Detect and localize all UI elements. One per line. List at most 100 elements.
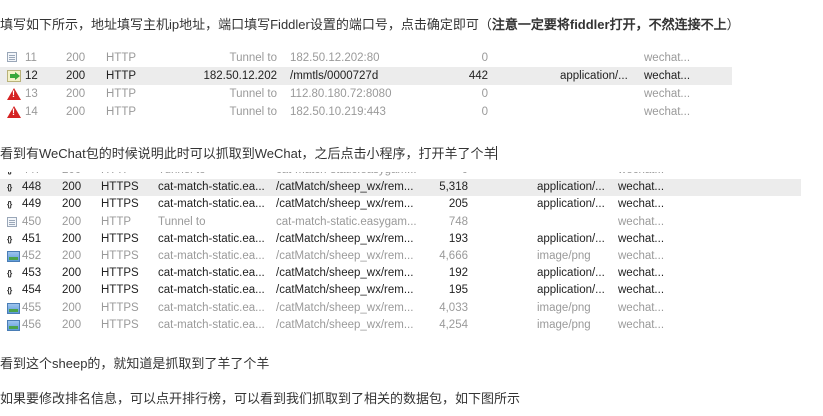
paragraph-text: 如果要修改排名信息，可以点开排行榜，可以看到我们抓取到了相关的数据包，如下图所示 — [0, 391, 521, 406]
cell-host: cat-match-static.ea... — [158, 301, 265, 314]
cell-num: 447 — [22, 172, 52, 179]
cell-protocol: HTTPS — [101, 250, 139, 262]
cell-url: cat-match-static.easygam... — [276, 215, 417, 228]
js-icon — [7, 199, 19, 211]
cell-process: wechat... — [618, 284, 665, 297]
cell-process: wechat... — [618, 181, 665, 194]
cell-process: wechat... — [618, 301, 665, 314]
cell-result: 200 — [62, 267, 82, 280]
cell-protocol: HTTPS — [101, 198, 139, 211]
cell-body: 4,254 — [439, 318, 468, 331]
cell-num: 12 — [25, 70, 38, 82]
image-icon — [7, 302, 20, 314]
cell-num: 450 — [22, 215, 42, 228]
cell-url: /catMatch/sheep_wx/rem... — [276, 301, 414, 314]
cell-ctype: application/... — [537, 232, 605, 245]
cell-url: /mmtls/0000727d — [290, 70, 379, 82]
cell-result: 200 — [62, 301, 82, 314]
session-row[interactable]: 456 200 HTTPS cat-match-static.ea... /catMat… — [0, 317, 823, 334]
text-cursor — [496, 146, 498, 160]
cell-host: Tunnel to — [229, 52, 277, 64]
paragraph-text: 填写如下所示，地址填写主机ip地址，端口填写Fiddler设置的端口号，点击确定… — [0, 17, 492, 32]
cell-num: 13 — [25, 88, 38, 100]
cell-url: /catMatch/sheep_wx/rem... — [276, 284, 414, 297]
cell-result: 200 — [66, 70, 86, 82]
cell-host: cat-match-static.ea... — [158, 181, 265, 194]
js-icon — [7, 234, 19, 246]
arrow-icon — [7, 70, 21, 82]
cell-num: 454 — [22, 284, 42, 297]
cell-num: 449 — [22, 198, 42, 211]
cell-body: 195 — [448, 284, 468, 297]
cell-num: 453 — [22, 267, 42, 280]
cell-url: 182.50.12.202:80 — [290, 52, 380, 64]
cell-ctype: application/... — [537, 267, 605, 280]
cell-host: cat-match-static.ea... — [158, 198, 265, 211]
cell-result: 200 — [62, 318, 82, 331]
cell-url: /catMatch/sheep_wx/rem... — [276, 198, 414, 211]
cell-num: 14 — [25, 106, 38, 118]
paragraph-text: 看到有WeChat包的时候说明此时可以抓取到WeChat，之后点击小程序，打开羊… — [0, 146, 497, 161]
session-row[interactable]: 451 200 HTTPS cat-match-static.ea... /catMat… — [0, 231, 823, 248]
session-row[interactable]: 12 200 HTTP 182.50.12.202/mmtls/0000727d 442… — [0, 67, 732, 85]
cell-num: 456 — [22, 318, 42, 331]
paragraph-text: 看到这个sheep的，就知道是抓取到了羊了个羊 — [0, 356, 270, 371]
session-row[interactable]: 13 200 HTTP Tunnel to 112.80.180.72:8080 0 wec… — [0, 85, 760, 103]
cell-url: /catMatch/sheep_wx/rem... — [276, 250, 414, 262]
cell-process: wechat... — [618, 232, 665, 245]
session-row[interactable]: 453 200 HTTPS cat-match-static.ea... /catMat… — [0, 265, 823, 282]
paragraph-config-instructions: 填写如下所示，地址填写主机ip地址，端口填写Fiddler设置的端口号，点击确定… — [0, 16, 740, 33]
cell-ctype: application/... — [537, 284, 605, 297]
cell-body: 0 — [481, 88, 488, 100]
cell-result: 200 — [62, 181, 82, 194]
cell-protocol: HTTP — [106, 88, 137, 100]
cell-protocol: HTTP — [106, 106, 137, 118]
cell-host: cat-match-static.ea... — [158, 318, 265, 331]
cell-ctype: application/... — [537, 181, 605, 194]
cell-url: /catMatch/sheep_wx/rem... — [276, 232, 414, 245]
session-row[interactable]: 11 200 HTTP Tunnel to 182.50.12.202:80 0 wecha… — [0, 49, 760, 67]
cell-protocol: HTTP — [106, 70, 137, 82]
cell-result: 200 — [62, 172, 92, 179]
cell-body: 0 — [481, 52, 488, 64]
cell-body: 205 — [448, 198, 468, 211]
paragraph-modify-rank: 如果要修改排名信息，可以点开排行榜，可以看到我们抓取到了相关的数据包，如下图所示 — [0, 390, 520, 407]
cell-result: 200 — [62, 250, 82, 262]
cell-num: 455 — [22, 301, 42, 314]
session-row[interactable]: 14 200 HTTP Tunnel to 182.50.10.219:443 0 wech… — [0, 103, 760, 121]
session-row[interactable]: 455 200 HTTPS cat-match-static.ea... /catMat… — [0, 300, 823, 317]
session-row[interactable]: 449 200 HTTPS cat-match-static.ea... /catMat… — [0, 196, 823, 213]
cell-result: 200 — [62, 232, 82, 245]
session-row[interactable]: 452 200 HTTPS cat-match-static.ea... /catMat… — [0, 248, 823, 265]
cell-body: 5,318 — [439, 181, 468, 194]
session-row[interactable]: 447 200 HTTP Tunnel tocat-match-static.easy… — [0, 172, 823, 179]
js-icon — [7, 268, 19, 280]
cell-protocol: HTTPS — [101, 284, 139, 297]
session-row[interactable]: 450 200 HTTP Tunnel to cat-match-static.easy… — [0, 214, 823, 231]
cell-host: cat-match-static.ea... — [158, 232, 265, 245]
cell-protocol: HTTPS — [101, 267, 139, 280]
cell-protocol: HTTPS — [101, 181, 139, 194]
cell-process: wechat... — [618, 172, 678, 179]
doc-icon — [7, 52, 17, 62]
cell-host: Tunnel to — [229, 106, 277, 118]
cell-ctype: application/... — [560, 70, 628, 82]
cell-body: 0 — [481, 106, 488, 118]
bold-warning: 注意一定要将fiddler打开，不然连接不上 — [491, 17, 727, 32]
cell-result: 200 — [62, 215, 82, 228]
cell-ctype: image/png — [537, 250, 591, 262]
cell-ctype: image/png — [537, 301, 591, 314]
session-row[interactable]: 454 200 HTTPS cat-match-static.ea... /catMat… — [0, 282, 823, 299]
cell-process: wechat... — [644, 70, 691, 82]
session-row[interactable]: 448 200 HTTPS cat-match-static.ea... /catMat… — [0, 179, 801, 197]
cell-result: 200 — [62, 284, 82, 297]
cell-url: /catMatch/sheep_wx/rem... — [276, 318, 414, 331]
cell-process: wechat... — [618, 318, 665, 331]
cell-body: 748 — [448, 215, 468, 228]
js-icon — [7, 172, 19, 177]
cell-process: wechat... — [644, 106, 691, 118]
cell-body: 442 — [468, 70, 488, 82]
cell-host: cat-match-static.ea... — [158, 284, 265, 297]
cell-num: 11 — [25, 52, 37, 64]
cell-url: cat-match-static.easygam... — [276, 172, 421, 179]
